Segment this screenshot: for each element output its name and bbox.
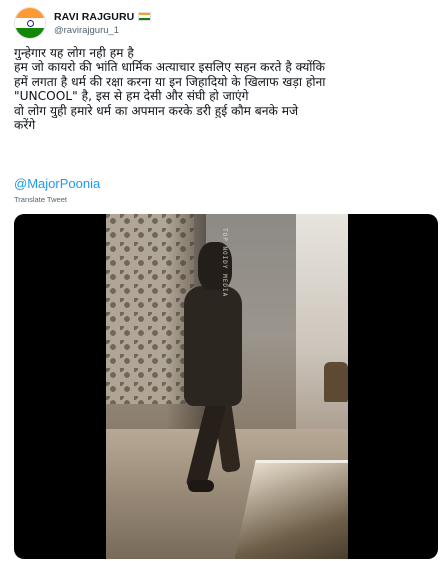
video-frame: TOP NOIDY MEDIA (106, 214, 348, 559)
tweet-line: वो लोग युही हमारे धर्म का अपमान करके डरी… (14, 103, 299, 118)
tweet-line: "UNCOOL" है, इस से हम देसी और संघी हो जा… (14, 89, 249, 104)
tweet-line: हमें लगता है धर्म की रक्षा करना या इन जि… (14, 74, 326, 89)
avatar-green-band (15, 27, 45, 38)
tweet-card: RAVI RAJGURU @ravirajguru_1 गुन्हेगार यह… (0, 0, 440, 561)
video-watermark: TOP NOIDY MEDIA (221, 228, 228, 298)
translate-tweet-link[interactable]: Translate Tweet (14, 195, 67, 204)
display-name[interactable]: RAVI RAJGURU (54, 11, 134, 23)
person-body (184, 286, 242, 406)
mention-link[interactable]: @MajorPoonia (14, 176, 100, 191)
india-flag-icon (138, 12, 152, 21)
window-light (296, 214, 348, 444)
tweet-line: करेंगे (14, 118, 36, 133)
avatar-saffron-band (15, 8, 45, 19)
avatar[interactable] (14, 7, 46, 39)
person-foot (188, 480, 214, 492)
tweet-line: गुन्हेगार यह लोग नही हम है (14, 46, 134, 60)
user-handle[interactable]: @ravirajguru_1 (54, 24, 151, 37)
display-name-row: RAVI RAJGURU (54, 10, 152, 24)
tweet-header: RAVI RAJGURU @ravirajguru_1 (14, 6, 152, 40)
chakra-icon (27, 20, 34, 27)
tweet-text: गुन्हेगार यह लोग नही हम है हम जो कायरो क… (14, 46, 430, 132)
tweet-line: हम जो कायरो की भांति धार्मिक अत्याचार इस… (14, 60, 325, 75)
video-media[interactable]: TOP NOIDY MEDIA (14, 214, 438, 559)
author-names: RAVI RAJGURU @ravirajguru_1 (54, 10, 152, 37)
pot (324, 362, 348, 402)
